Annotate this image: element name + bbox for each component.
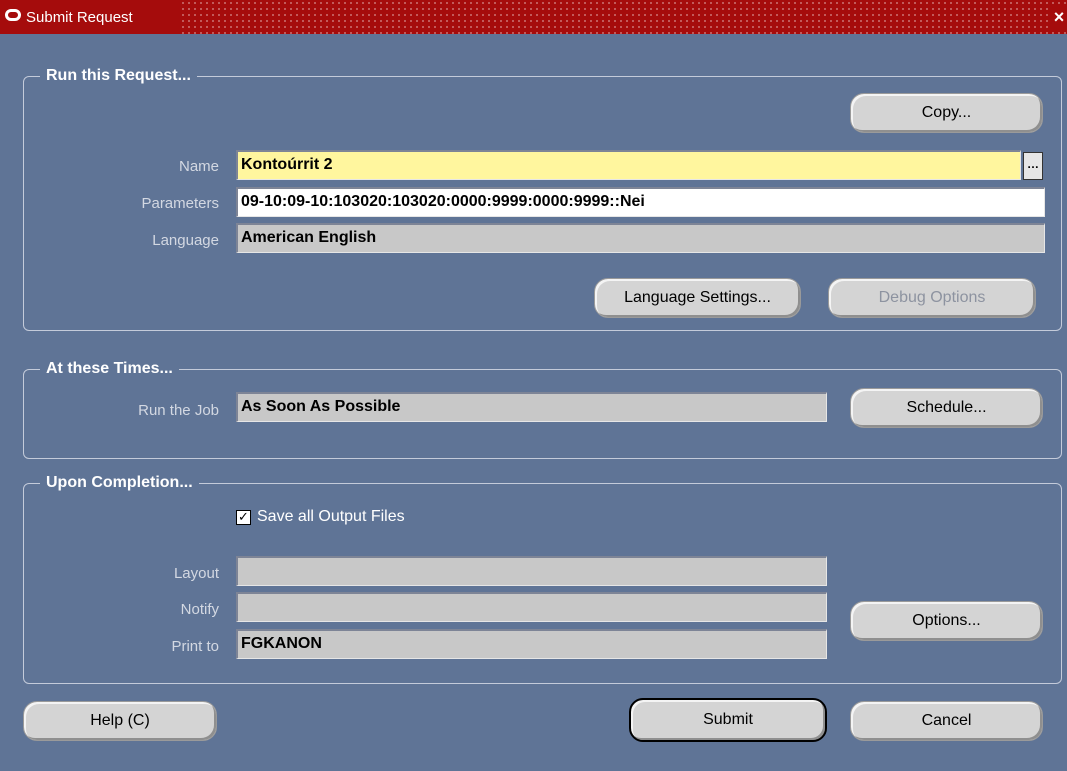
window-titlebar[interactable]: Submit Request × — [0, 0, 1067, 34]
print-to-field[interactable]: FGKANON — [236, 629, 827, 659]
cancel-button[interactable]: Cancel — [850, 701, 1043, 741]
language-label: Language — [152, 232, 219, 249]
layout-label: Layout — [173, 565, 219, 582]
run-request-group-title: Run this Request... — [40, 65, 197, 87]
submit-button[interactable]: Submit — [629, 698, 827, 742]
run-job-label: Run the Job — [138, 402, 219, 419]
options-button[interactable]: Options... — [850, 601, 1043, 641]
completion-group-title: Upon Completion... — [40, 472, 199, 494]
debug-options-button: Debug Options — [828, 278, 1036, 318]
print-to-label: Print to — [171, 638, 219, 655]
list-of-values-icon[interactable]: … — [1023, 152, 1043, 180]
schedule-button[interactable]: Schedule... — [850, 388, 1043, 428]
parameters-field[interactable]: 09-10:09-10:103020:103020:0000:9999:0000… — [236, 187, 1045, 217]
layout-field[interactable] — [236, 556, 827, 586]
name-field[interactable]: Kontoúrrit 2 — [236, 150, 1021, 180]
help-button[interactable]: Help (C) — [23, 701, 217, 741]
notify-field[interactable] — [236, 592, 827, 622]
window-title: Submit Request — [26, 9, 133, 26]
close-icon[interactable]: × — [1051, 4, 1067, 30]
language-settings-button[interactable]: Language Settings... — [594, 278, 801, 318]
notify-label: Notify — [180, 601, 219, 618]
copy-button[interactable]: Copy... — [850, 93, 1043, 133]
times-group-title: At these Times... — [40, 358, 179, 380]
run-job-field[interactable]: As Soon As Possible — [236, 392, 827, 422]
name-label: Name — [178, 158, 219, 175]
save-output-checkbox[interactable]: ✓ — [236, 510, 251, 525]
language-field[interactable]: American English — [236, 223, 1045, 253]
save-output-label[interactable]: Save all Output Files — [257, 508, 405, 526]
parameters-label: Parameters — [141, 195, 219, 212]
oracle-logo-icon — [5, 9, 21, 21]
